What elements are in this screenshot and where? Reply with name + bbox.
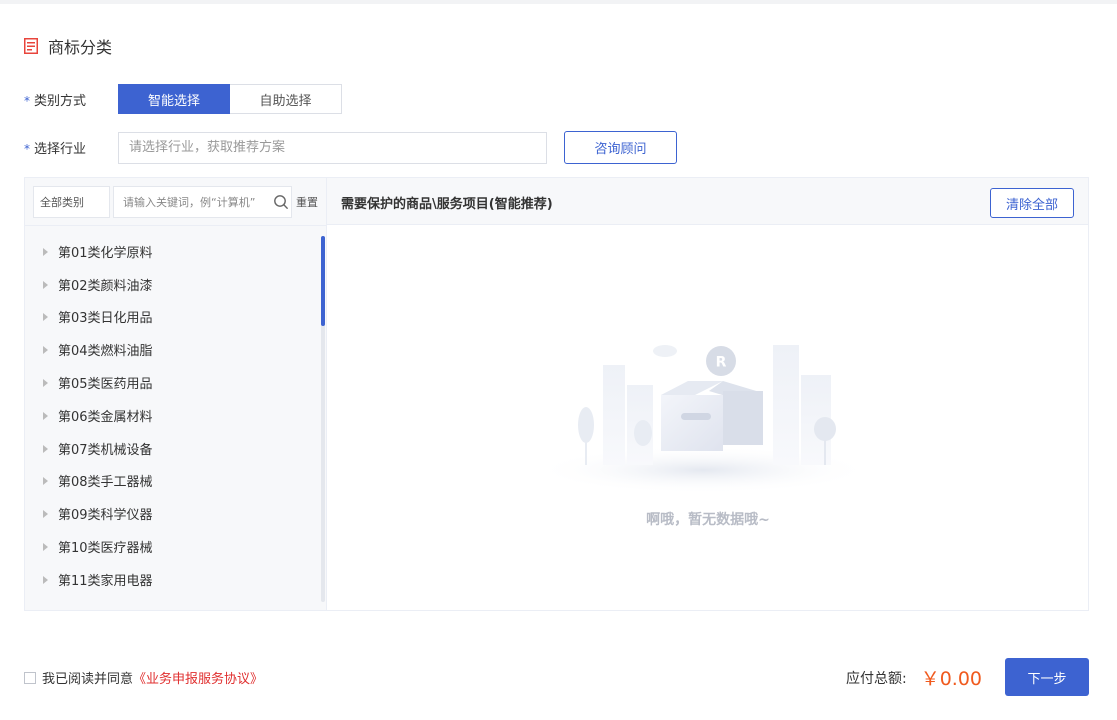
selected-items-header: 需要保护的商品\服务项目(智能推荐) 清除全部 [326, 178, 1088, 225]
category-item[interactable]: 第03类日化用品 [25, 301, 321, 334]
total-label: 应付总额: [846, 670, 907, 687]
clear-all-button[interactable]: 清除全部 [990, 188, 1074, 218]
smart-select-option[interactable]: 智能选择 [118, 84, 230, 114]
category-method-label: * 类别方式 [24, 93, 87, 109]
top-border [0, 0, 1117, 4]
category-pane: 全部类别 重置 第01类化学原料第02类颜料油漆第03类日化用品第04类燃料油脂… [25, 178, 326, 610]
category-item[interactable]: 第09类科学仪器 [25, 497, 321, 530]
category-label: 第06类金属材料 [58, 409, 153, 425]
empty-box-illustration: R [533, 345, 873, 494]
category-item[interactable]: 第08类手工器械 [25, 465, 321, 498]
selected-items-title: 需要保护的商品\服务项目(智能推荐) [341, 197, 553, 212]
section-title: 商标分类 [48, 38, 113, 57]
keyword-search-box [113, 186, 292, 218]
category-select[interactable]: 全部类别 [33, 186, 110, 218]
category-method-toggle: 智能选择 自助选择 [118, 84, 342, 114]
industry-label: * 选择行业 [24, 142, 87, 157]
expand-caret-icon[interactable] [43, 247, 48, 256]
expand-caret-icon[interactable] [43, 379, 48, 388]
category-label: 第01类化学原料 [58, 245, 153, 261]
expand-caret-icon[interactable] [43, 280, 48, 289]
section-header: 商标分类 [24, 36, 113, 57]
category-label: 第11类家用电器 [58, 573, 153, 589]
required-mark: * [24, 142, 30, 156]
expand-caret-icon[interactable] [43, 510, 48, 519]
category-label: 第03类日化用品 [58, 311, 153, 327]
category-label: 第07类机械设备 [58, 442, 153, 458]
empty-message: 啊哦，暂无数据哦~ [646, 512, 770, 528]
consult-advisor-button[interactable]: 咨询顾问 [564, 131, 677, 164]
self-select-option[interactable]: 自助选择 [230, 84, 342, 114]
total-amount-row: 应付总额: ￥0.00 [846, 664, 982, 691]
category-list: 第01类化学原料 第02类颜料油漆 第03类日化用品 第04类燃料油脂 第05类医药用品… [25, 226, 321, 610]
category-label: 第08类手工器械 [58, 475, 153, 491]
industry-input[interactable] [118, 131, 547, 164]
agreement-link[interactable]: 《业务申报服务协议》 [133, 668, 263, 687]
category-label: 第05类医药用品 [58, 377, 153, 393]
agree-checkbox[interactable] [24, 671, 36, 684]
agree-text: 我已阅读并同意 [42, 672, 134, 687]
expand-caret-icon[interactable] [43, 444, 48, 453]
expand-caret-icon[interactable] [43, 313, 48, 322]
keyword-input[interactable] [114, 188, 271, 216]
expand-caret-icon[interactable] [43, 477, 48, 486]
search-icon[interactable] [273, 194, 289, 210]
category-item[interactable]: 第01类化学原料 [25, 235, 321, 268]
category-item[interactable]: 第02类颜料油漆 [25, 268, 321, 301]
category-item[interactable]: 第10类医疗器械 [25, 530, 321, 563]
expand-caret-icon[interactable] [43, 543, 48, 552]
category-filter-bar: 全部类别 重置 [25, 178, 326, 226]
category-scrollbar-thumb[interactable] [321, 236, 325, 326]
category-item[interactable]: 第11类家用电器 [25, 563, 321, 596]
category-label: 第02类颜料油漆 [58, 278, 153, 294]
category-item[interactable]: 第07类机械设备 [25, 432, 321, 465]
next-step-button[interactable]: 下一步 [1005, 658, 1089, 696]
expand-caret-icon[interactable] [43, 346, 48, 355]
industry-row: *选择行业 咨询顾问 [24, 131, 677, 164]
category-method-row: * 类别方式 智能选择 自助选择 [24, 84, 342, 114]
category-item[interactable]: 第04类燃料油脂 [25, 333, 321, 366]
category-label: 第09类科学仪器 [58, 508, 153, 524]
category-item[interactable]: 第05类医药用品 [25, 366, 321, 399]
category-label: 第04类燃料油脂 [58, 344, 153, 360]
document-icon [24, 38, 38, 54]
reset-button[interactable]: 重置 [296, 194, 318, 210]
classification-panel: 全部类别 重置 第01类化学原料第02类颜料油漆第03类日化用品第04类燃料油脂… [24, 177, 1089, 611]
selected-items-area: R 啊哦，暂无数据哦~ [326, 225, 1088, 610]
svg-text:R: R [716, 355, 727, 371]
expand-caret-icon[interactable] [43, 411, 48, 420]
category-label: 第10类医疗器械 [58, 541, 153, 557]
expand-caret-icon[interactable] [43, 575, 48, 584]
required-mark: * [24, 93, 30, 108]
total-amount: ￥0.00 [920, 668, 983, 690]
agreement-row: 我已阅读并同意 《业务申报服务协议》 [24, 668, 263, 687]
category-item[interactable]: 第06类金属材料 [25, 399, 321, 432]
